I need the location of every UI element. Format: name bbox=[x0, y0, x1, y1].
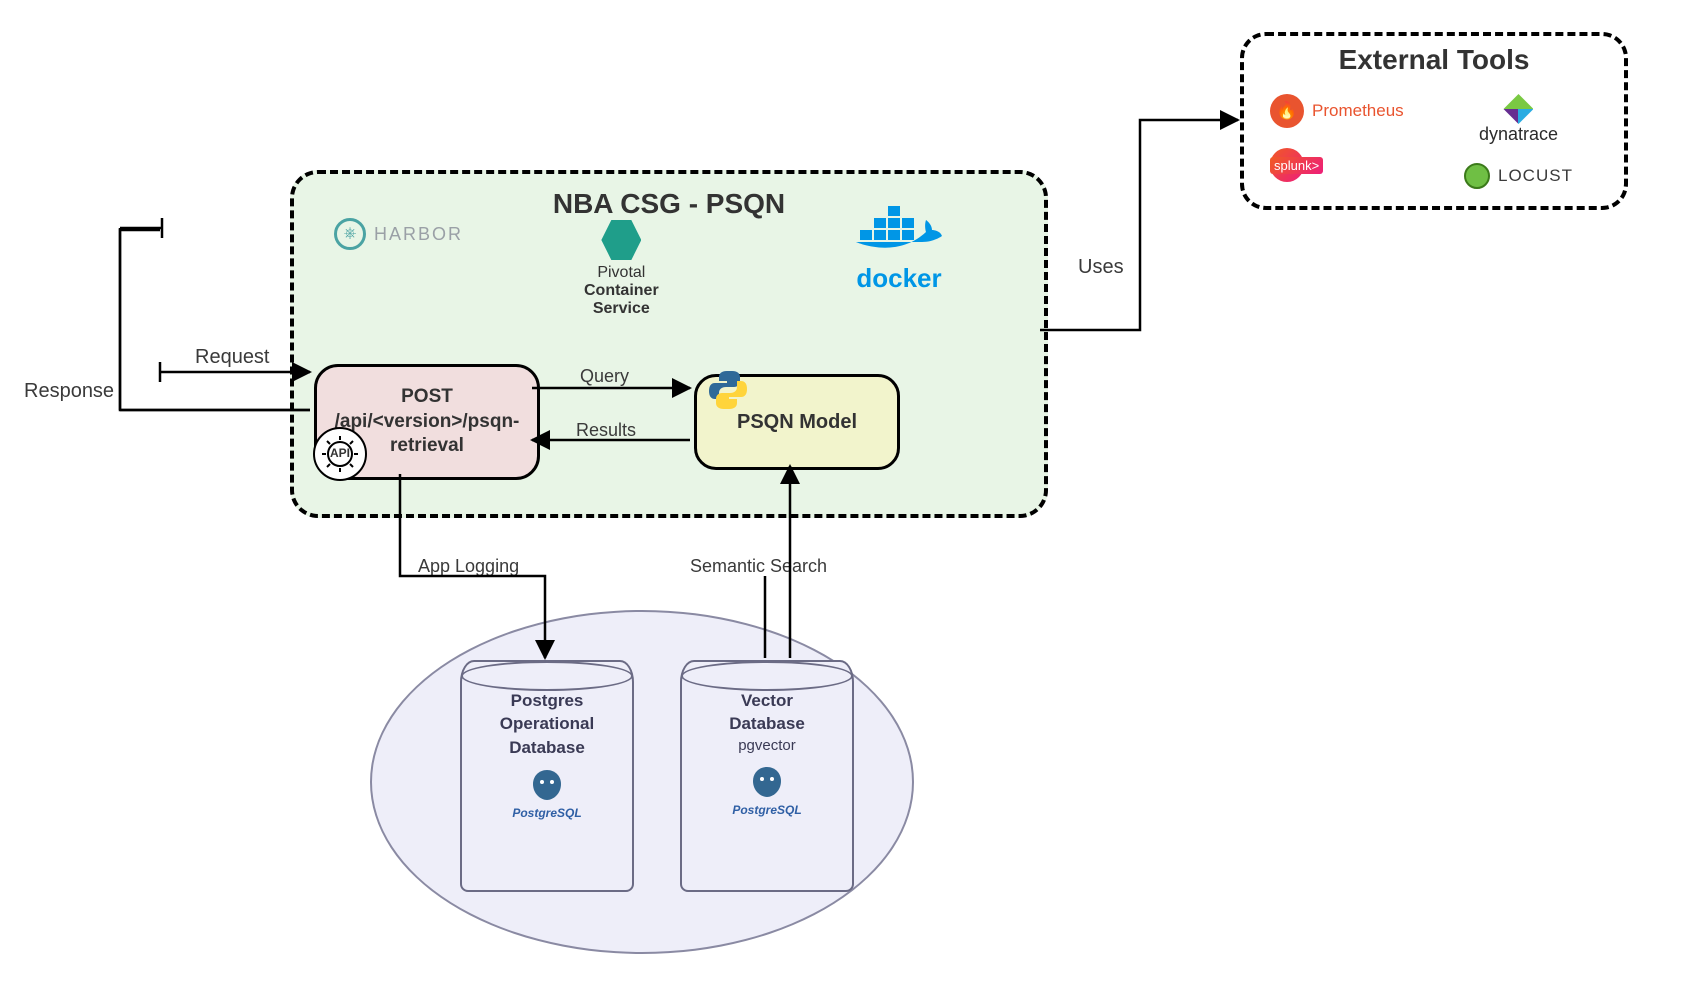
locust-label: LOCUST bbox=[1498, 166, 1573, 186]
db-right-engine: PostgreSQL bbox=[732, 803, 801, 818]
splunk-label: splunk> bbox=[1270, 157, 1323, 174]
db-left-line2: Operational bbox=[500, 713, 594, 734]
semantic-search-label: Semantic Search bbox=[690, 556, 827, 577]
dynatrace-icon bbox=[1503, 94, 1533, 124]
db-right-line1: Vector bbox=[741, 690, 793, 711]
harbor-label: HARBOR bbox=[374, 224, 463, 245]
pivotal-icon bbox=[601, 220, 641, 260]
vector-db: Vector Database pgvector PostgreSQL bbox=[680, 660, 854, 892]
prometheus-brand: 🔥 Prometheus bbox=[1270, 94, 1404, 128]
pivotal-line1: Pivotal bbox=[584, 264, 659, 282]
db-left-engine: PostgreSQL bbox=[512, 806, 581, 821]
db-left-line1: Postgres bbox=[511, 690, 584, 711]
prometheus-icon: 🔥 bbox=[1270, 94, 1304, 128]
external-tools-title: External Tools bbox=[1244, 44, 1624, 76]
api-method: POST bbox=[401, 385, 453, 410]
app-logging-label: App Logging bbox=[418, 556, 519, 577]
response-label: Response bbox=[24, 380, 114, 403]
docker-icon bbox=[854, 202, 944, 258]
locust-icon bbox=[1464, 163, 1490, 189]
query-label: Query bbox=[580, 366, 629, 387]
postgres-icon-left: PostgreSQL bbox=[512, 766, 581, 821]
prometheus-label: Prometheus bbox=[1312, 101, 1404, 121]
db-left-line3: Database bbox=[509, 737, 585, 758]
results-label: Results bbox=[576, 420, 636, 441]
db-right-sub: pgvector bbox=[738, 737, 796, 756]
api-gear-label: API bbox=[330, 446, 350, 462]
python-icon bbox=[705, 367, 751, 413]
postgres-operational-db: Postgres Operational Database PostgreSQL bbox=[460, 660, 634, 892]
docker-label: docker bbox=[854, 263, 944, 294]
db-right-line2: Database bbox=[729, 713, 805, 734]
pivotal-brand: Pivotal Container Service bbox=[584, 220, 659, 318]
api-endpoint-box: POST /api/<version>/psqn-retrieval API bbox=[314, 364, 540, 480]
pivotal-line2: Container bbox=[584, 282, 659, 300]
model-label: PSQN Model bbox=[737, 411, 857, 434]
docker-brand: docker bbox=[854, 202, 944, 294]
psqn-model-box: PSQN Model bbox=[694, 374, 900, 470]
dynatrace-brand: dynatrace bbox=[1464, 94, 1573, 145]
uses-label: Uses bbox=[1078, 256, 1124, 279]
locust-brand: LOCUST bbox=[1464, 163, 1573, 189]
external-tools-group: External Tools 🔥 Prometheus splunk> dyna… bbox=[1240, 32, 1628, 210]
postgres-icon-right: PostgreSQL bbox=[732, 763, 801, 818]
request-label: Request bbox=[195, 346, 270, 369]
pivotal-line3: Service bbox=[584, 300, 659, 318]
dynatrace-label: dynatrace bbox=[1479, 124, 1558, 145]
api-gear-icon: API bbox=[313, 427, 367, 481]
harbor-brand: ⎈ HARBOR bbox=[334, 218, 463, 250]
splunk-brand: splunk> bbox=[1270, 148, 1404, 182]
nba-csg-psqn-group: NBA CSG - PSQN ⎈ HARBOR Pivotal Containe… bbox=[290, 170, 1048, 518]
harbor-icon: ⎈ bbox=[334, 218, 366, 250]
